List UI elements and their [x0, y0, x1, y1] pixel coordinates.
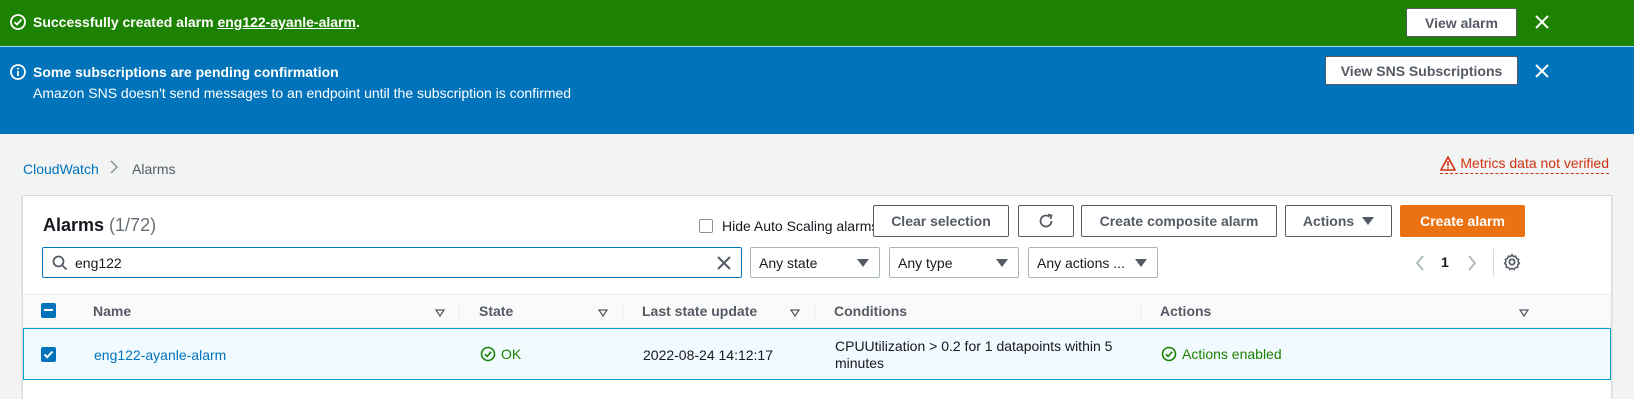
sort-icon[interactable] [435, 309, 445, 317]
alarm-conditions: CPUUtilization > 0.2 for 1 datapoints wi… [835, 338, 1113, 371]
flash-info-banner: Some subscriptions are pending confirmat… [0, 46, 1634, 134]
caret-down-icon [857, 259, 869, 267]
row-checkbox[interactable] [41, 347, 56, 362]
sort-icon[interactable] [790, 309, 800, 317]
info-icon [10, 64, 26, 80]
flash-success-banner: Successfully created alarm eng122-ayanle… [0, 0, 1634, 46]
check-circle-icon [10, 14, 26, 30]
chevron-right-icon[interactable] [1465, 253, 1479, 273]
chevron-right-icon [110, 160, 119, 174]
sort-icon[interactable] [598, 309, 608, 317]
page-number[interactable]: 1 [1441, 254, 1449, 270]
column-divider [1140, 303, 1141, 321]
caret-down-icon [1135, 259, 1147, 267]
flash-info-title: Some subscriptions are pending confirmat… [33, 64, 339, 80]
alarms-count: (1/72) [109, 215, 157, 235]
hide-auto-scaling-checkbox[interactable]: Hide Auto Scaling alarms [699, 218, 878, 234]
check-icon [43, 350, 54, 359]
clear-search-icon[interactable] [715, 254, 733, 272]
created-alarm-link[interactable]: eng122-ayanle-alarm [217, 14, 356, 30]
alarm-actions-status: Actions enabled [1161, 346, 1282, 362]
alarm-name-link[interactable]: eng122-ayanle-alarm [94, 347, 226, 363]
caret-down-icon [996, 259, 1008, 267]
close-icon[interactable] [1533, 62, 1551, 80]
column-header-last-state-update[interactable]: Last state update [642, 303, 757, 319]
search-field[interactable] [42, 247, 742, 278]
actions-filter-select[interactable]: Any actions ... [1028, 247, 1158, 278]
select-all-checkbox[interactable] [41, 303, 56, 318]
view-alarm-button[interactable]: View alarm [1406, 8, 1517, 37]
check-circle-icon [1161, 346, 1177, 362]
close-icon[interactable] [1533, 13, 1551, 31]
refresh-button[interactable] [1018, 205, 1074, 237]
checkbox[interactable] [699, 219, 713, 233]
sort-icon[interactable] [1519, 309, 1529, 317]
breadcrumb-alarms: Alarms [132, 161, 176, 177]
metrics-not-verified-link[interactable]: Metrics data not verified [1440, 155, 1609, 174]
chevron-left-icon[interactable] [1413, 253, 1427, 273]
type-filter-value: Any type [898, 254, 953, 271]
column-divider [459, 303, 460, 321]
table-header: Name State Last state update Conditions … [23, 294, 1611, 328]
state-filter-value: Any state [759, 254, 818, 271]
view-sns-subscriptions-button[interactable]: View SNS Subscriptions [1325, 56, 1518, 85]
actions-dropdown-button[interactable]: Actions [1285, 205, 1392, 237]
alarms-table-container: Alarms (1/72) Hide Auto Scaling alarms C… [22, 195, 1612, 399]
column-header-state[interactable]: State [479, 303, 513, 319]
search-input[interactable] [75, 253, 695, 273]
column-header-actions[interactable]: Actions [1160, 303, 1211, 319]
alarm-state-label: OK [501, 346, 522, 362]
flash-success-message: Successfully created alarm eng122-ayanle… [33, 14, 360, 30]
pager-divider [1493, 249, 1494, 277]
column-divider [814, 303, 815, 321]
refresh-icon [1039, 213, 1053, 228]
search-icon [52, 255, 68, 271]
table-row[interactable]: eng122-ayanle-alarm OK 2022-08-24 14:12:… [23, 328, 1611, 380]
alarm-actions-label: Actions enabled [1182, 346, 1282, 362]
column-header-conditions[interactable]: Conditions [834, 303, 907, 319]
breadcrumb-cloudwatch[interactable]: CloudWatch [23, 161, 99, 177]
caret-down-icon [1362, 217, 1375, 225]
create-alarm-button[interactable]: Create alarm [1400, 205, 1525, 237]
alarms-title: Alarms (1/72) [43, 215, 157, 235]
gear-icon[interactable] [1503, 253, 1521, 271]
column-divider [622, 303, 623, 321]
warning-icon [1440, 155, 1457, 171]
actions-filter-value: Any actions ... [1037, 254, 1125, 271]
metrics-warning-label: Metrics data not verified [1460, 155, 1609, 171]
type-filter-select[interactable]: Any type [889, 247, 1019, 278]
actions-label: Actions [1302, 213, 1355, 229]
state-filter-select[interactable]: Any state [750, 247, 880, 278]
create-composite-alarm-button[interactable]: Create composite alarm [1081, 205, 1277, 237]
clear-selection-button[interactable]: Clear selection [873, 205, 1009, 237]
hide-auto-scaling-label: Hide Auto Scaling alarms [722, 218, 879, 234]
flash-info-message: Amazon SNS doesn't send messages to an e… [33, 85, 572, 101]
alarm-state-status: OK [480, 346, 521, 362]
check-circle-icon [480, 346, 496, 362]
alarm-last-update: 2022-08-24 14:12:17 [643, 347, 773, 363]
column-header-name[interactable]: Name [93, 303, 131, 319]
